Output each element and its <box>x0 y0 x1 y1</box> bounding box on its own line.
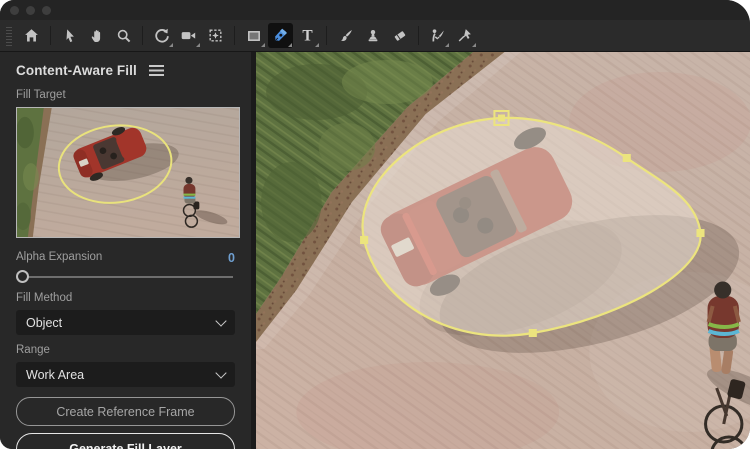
slider-knob[interactable] <box>16 270 29 283</box>
selection-tool[interactable] <box>57 23 82 48</box>
alpha-expansion-value[interactable]: 0 <box>228 251 235 265</box>
fill-method-dropdown[interactable]: Object <box>16 310 235 335</box>
pan-behind-tool[interactable] <box>203 23 228 48</box>
mask-vertex-right[interactable] <box>696 229 705 237</box>
zoom-tool[interactable] <box>111 23 136 48</box>
hamburger-icon[interactable] <box>148 64 164 76</box>
window-close-button[interactable] <box>10 5 19 15</box>
hand-icon <box>91 29 100 42</box>
toolbar-separator <box>326 26 327 45</box>
flyout-indicator <box>445 43 449 47</box>
titlebar <box>0 0 750 20</box>
clone-stamp-tool[interactable] <box>360 23 385 48</box>
fill-target-thumbnail <box>16 107 240 238</box>
mask-vertex-top[interactable] <box>497 114 506 122</box>
toolbar-separator <box>418 26 419 45</box>
range-label: Range <box>16 344 50 356</box>
create-reference-frame-button[interactable]: Create Reference Frame <box>16 397 235 426</box>
roto-brush-tool[interactable] <box>425 23 450 48</box>
flyout-indicator <box>472 43 476 47</box>
flyout-indicator <box>315 43 319 47</box>
puppet-pin-icon <box>458 29 471 42</box>
rectangle-icon <box>247 30 260 41</box>
alpha-expansion-label: Alpha Expansion <box>16 251 103 263</box>
pen-icon <box>274 28 287 42</box>
selection-arrow-icon <box>66 28 74 42</box>
rotate-tool[interactable] <box>149 23 174 48</box>
hand-tool[interactable] <box>84 23 109 48</box>
camera-icon <box>181 32 196 40</box>
mask-vertex-bottom[interactable] <box>528 329 537 337</box>
composition-scene <box>256 52 750 449</box>
type-tool[interactable]: T <box>295 23 320 48</box>
fill-target-label: Fill Target <box>16 89 66 101</box>
window-minimize-button[interactable] <box>26 5 35 15</box>
camera-tool[interactable] <box>176 23 201 48</box>
range-dropdown[interactable]: Work Area <box>16 362 235 387</box>
composition-viewport[interactable] <box>256 52 750 449</box>
eraser-tool[interactable] <box>387 23 412 48</box>
type-icon: T <box>302 27 313 44</box>
toolbar: T <box>0 20 750 52</box>
panel-title: Content-Aware Fill <box>16 62 137 78</box>
toolbar-grip[interactable] <box>6 25 12 46</box>
home-tool[interactable] <box>19 23 44 48</box>
window-zoom-button[interactable] <box>42 5 51 15</box>
home-icon <box>25 29 38 42</box>
clone-stamp-icon <box>368 29 377 41</box>
pan-behind-icon <box>209 29 222 42</box>
flyout-indicator <box>288 43 292 47</box>
rotate-icon <box>155 28 169 43</box>
toolbar-separator <box>234 26 235 45</box>
mask-vertex-upper-right[interactable] <box>622 154 631 162</box>
magnifier-icon <box>117 29 130 42</box>
chevron-down-icon <box>215 315 227 327</box>
brush-icon <box>340 29 352 41</box>
flyout-indicator <box>196 43 200 47</box>
eraser-icon <box>394 30 405 41</box>
fill-method-value: Object <box>26 315 63 330</box>
after-effects-window: T Content-Aware Fill Fill Target Alpha E… <box>0 0 750 449</box>
chevron-down-icon <box>215 367 227 379</box>
toolbar-separator <box>50 26 51 45</box>
puppet-pin-tool[interactable] <box>452 23 477 48</box>
slider-track <box>19 276 233 278</box>
fill-method-label: Fill Method <box>16 292 73 304</box>
brush-tool[interactable] <box>333 23 358 48</box>
mask-vertex-left[interactable] <box>360 236 369 244</box>
generate-fill-layer-button[interactable]: Generate Fill Layer <box>16 433 235 449</box>
roto-brush-icon <box>432 29 444 42</box>
range-value: Work Area <box>26 367 85 382</box>
svg-text:T: T <box>302 27 313 44</box>
flyout-indicator <box>261 43 265 47</box>
toolbar-separator <box>142 26 143 45</box>
fill-target-preview <box>17 108 239 237</box>
rectangle-tool[interactable] <box>241 23 266 48</box>
pen-tool[interactable] <box>268 23 293 48</box>
alpha-expansion-slider[interactable] <box>16 270 235 283</box>
content-aware-fill-panel: Content-Aware Fill Fill Target Alpha Exp… <box>0 52 256 449</box>
flyout-indicator <box>169 43 173 47</box>
